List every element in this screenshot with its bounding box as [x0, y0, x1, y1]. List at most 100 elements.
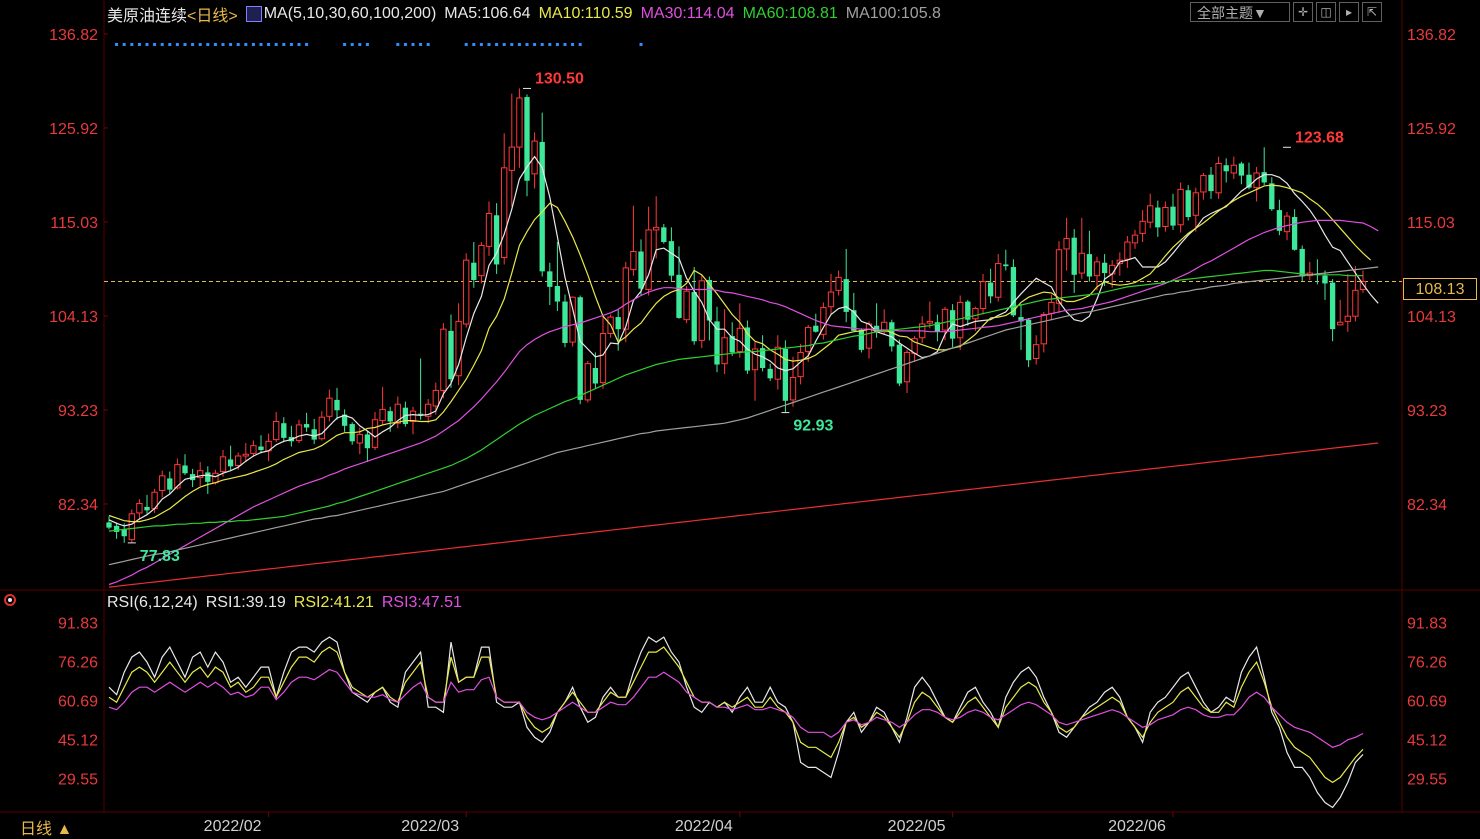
candle-body: [1109, 264, 1116, 275]
rsi-tick-right: 76.26: [1407, 654, 1447, 671]
candle-body: [440, 328, 447, 391]
candle-body: [1147, 205, 1154, 223]
event-marker-dot: [305, 43, 309, 46]
symbol-name[interactable]: 美原油连续: [107, 2, 187, 26]
maximize-icon[interactable]: ⇱: [1362, 2, 1382, 22]
rsi-header: RSI(6,12,24) RSI1:39.19 RSI2:41.21 RSI3:…: [107, 594, 462, 614]
candle-body: [273, 420, 280, 441]
candle-body: [554, 286, 561, 302]
candle-body: [1170, 206, 1176, 226]
candle-body: [972, 307, 979, 320]
candle-body: [562, 301, 568, 343]
candle-body: [995, 263, 1002, 298]
candle-body: [432, 389, 439, 407]
candle-body: [979, 281, 987, 309]
event-marker-dot: [578, 43, 582, 46]
rsi-tick-right: 91.83: [1407, 615, 1447, 632]
rsi-indicator-label[interactable]: RSI(6,12,24): [107, 594, 198, 614]
date-tick-label: 2022/02: [204, 818, 262, 835]
candle-body: [592, 367, 599, 384]
candle-body: [1124, 241, 1131, 260]
candle-body: [1101, 262, 1108, 274]
candle-body: [1078, 252, 1085, 274]
candle-body: [1003, 264, 1009, 267]
candle-body: [827, 291, 835, 308]
candle-body: [903, 351, 911, 383]
period-tag[interactable]: <日线>: [187, 2, 238, 26]
event-marker-dot: [183, 43, 187, 46]
candle-body: [326, 397, 333, 417]
candle-body: [569, 296, 576, 343]
candle-body: [789, 376, 797, 401]
event-marker-dot: [343, 43, 347, 46]
period-switch[interactable]: 日线 ▲: [20, 815, 72, 839]
candle-body: [219, 456, 227, 473]
rsi-tick-left: 76.26: [58, 654, 98, 671]
annotation-low: 92.93: [793, 418, 833, 435]
event-marker-dot: [213, 43, 217, 46]
candle-body: [615, 317, 621, 330]
ma30-value: MA30:114.04: [640, 5, 735, 22]
candle-body: [1033, 344, 1040, 359]
candle-body: [295, 424, 303, 441]
event-marker-dot: [274, 43, 278, 46]
candle-body: [584, 363, 591, 401]
date-tick-label: 2022/04: [675, 818, 733, 835]
candle-body: [661, 227, 667, 243]
price-tick-right: 93.23: [1407, 403, 1447, 420]
rsi-tick-right: 60.69: [1407, 693, 1447, 710]
candle-body: [1283, 215, 1291, 233]
price-tick-right: 104.13: [1407, 309, 1456, 326]
theme-dropdown[interactable]: 全部主题▼: [1190, 2, 1290, 22]
candle-body: [364, 434, 371, 449]
event-marker-dot: [350, 43, 354, 46]
price-tick-left: 104.13: [49, 309, 98, 326]
ma-indicator-label[interactable]: MA(5,10,30,60,100,200): [264, 5, 437, 23]
candle-body: [1337, 321, 1344, 326]
event-marker-dot: [533, 43, 537, 46]
candle-body: [1131, 234, 1139, 244]
crosshair-icon[interactable]: ✛: [1293, 2, 1313, 22]
candle-body: [577, 297, 583, 400]
ma-line-ma60: [108, 269, 1363, 532]
rsi2-value: RSI2:41.21: [293, 594, 374, 611]
candle-body: [987, 282, 994, 297]
layout-icon[interactable]: ◫: [1316, 2, 1336, 22]
event-marker-dot: [358, 43, 362, 46]
candle-body: [1291, 216, 1298, 250]
candle-body: [121, 529, 127, 537]
chart-toolbar: 全部主题▼ ✛ ◫ ▸ ⇱: [1190, 2, 1382, 22]
candle-body: [1177, 188, 1184, 226]
candle-body: [941, 308, 949, 331]
rsi-settings-icon[interactable]: [4, 594, 16, 606]
ma-settings-icon[interactable]: [245, 6, 262, 22]
candle-body: [714, 321, 720, 365]
candle-body: [1086, 254, 1093, 277]
candle-body: [1162, 207, 1169, 227]
rsi-tick-left: 29.55: [58, 772, 98, 789]
candle-body: [835, 276, 842, 291]
price-tick-left: 115.03: [50, 215, 98, 232]
candle-body: [212, 472, 219, 484]
event-marker-dot: [137, 43, 141, 46]
candle-body: [797, 351, 804, 378]
event-marker-dot: [495, 43, 499, 46]
event-marker-dot: [122, 43, 126, 46]
candle-body: [1208, 174, 1214, 192]
candle-body: [721, 337, 728, 365]
candle-body: [691, 292, 697, 342]
event-marker-dot: [259, 43, 263, 46]
event-marker-dot: [153, 43, 157, 46]
candle-body: [1329, 282, 1336, 330]
candle-body: [250, 445, 257, 454]
candle-body: [1230, 164, 1237, 174]
candle-body: [1299, 248, 1305, 277]
candle-body: [813, 325, 819, 332]
event-marker-dot: [244, 43, 248, 46]
price-tick-left: 93.23: [58, 403, 98, 420]
candle-body: [128, 513, 135, 541]
expand-icon[interactable]: ▸: [1339, 2, 1359, 22]
rsi-tick-right: 29.55: [1407, 772, 1447, 789]
rsi-tick-right: 45.12: [1407, 733, 1447, 750]
event-marker-dot: [365, 43, 369, 46]
